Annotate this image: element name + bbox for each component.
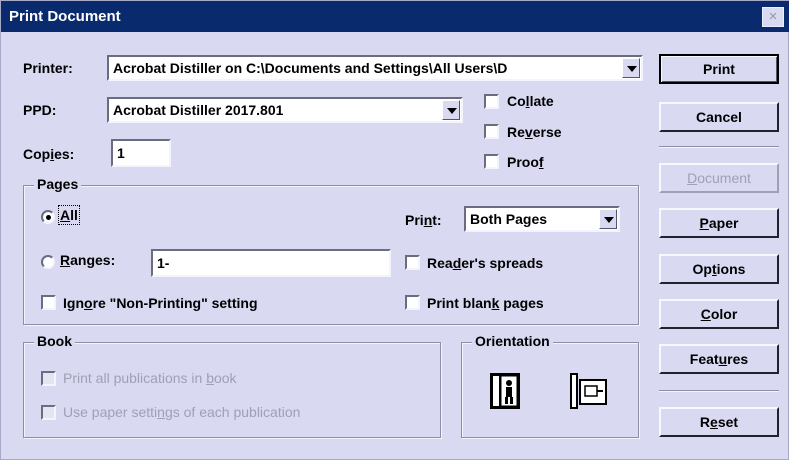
window-title: Print Document: [9, 8, 121, 25]
use-paper-settings-checkbox[interactable]: [41, 405, 56, 420]
book-legend: Book: [34, 333, 75, 349]
orientation-group: Orientation: [461, 333, 639, 438]
button-separator: [659, 390, 779, 392]
print-pages-label: Print:: [405, 212, 442, 228]
print-pages-select[interactable]: Both Pages: [464, 206, 620, 232]
print-blank-label[interactable]: Print blank pages: [427, 295, 544, 311]
all-radio[interactable]: [41, 210, 55, 224]
ppd-label: PPD:: [23, 102, 57, 118]
print-document-dialog: Print Document × Printer: Acrobat Distil…: [0, 0, 789, 460]
ranges-label[interactable]: Ranges:: [60, 252, 115, 268]
print-all-publications-checkbox[interactable]: [41, 371, 56, 386]
ranges-value: 1-: [157, 255, 170, 271]
chevron-down-icon[interactable]: [622, 58, 640, 78]
use-paper-settings-label: Use paper settings of each publication: [63, 404, 301, 420]
print-pages-value: Both Pages: [470, 211, 548, 227]
reverse-label[interactable]: Reverse: [507, 124, 562, 140]
orientation-legend: Orientation: [472, 333, 553, 349]
cancel-button[interactable]: Cancel: [659, 102, 779, 132]
printer-label: Printer:: [23, 60, 73, 76]
ranges-radio[interactable]: [41, 255, 55, 269]
paper-button[interactable]: Paper: [659, 208, 779, 238]
portrait-orientation-icon[interactable]: [489, 372, 521, 410]
ignore-nonprinting-checkbox[interactable]: [41, 295, 56, 310]
landscape-orientation-icon[interactable]: [569, 372, 609, 410]
chevron-down-icon[interactable]: [442, 100, 460, 120]
ignore-nonprinting-label[interactable]: Ignore "Non-Printing" setting: [63, 295, 258, 311]
printer-value: Acrobat Distiller on C:\Documents and Se…: [113, 60, 508, 76]
collate-checkbox[interactable]: [484, 94, 499, 109]
color-button[interactable]: Color: [659, 299, 779, 329]
print-button[interactable]: Print: [659, 54, 779, 84]
ranges-input[interactable]: 1-: [151, 249, 391, 277]
print-blank-checkbox[interactable]: [405, 295, 420, 310]
title-bar[interactable]: Print Document ×: [1, 1, 789, 32]
printer-select[interactable]: Acrobat Distiller on C:\Documents and Se…: [107, 55, 643, 81]
all-label[interactable]: All: [58, 205, 80, 225]
options-button[interactable]: Options: [659, 254, 779, 284]
proof-checkbox[interactable]: [484, 154, 499, 169]
readers-spreads-label[interactable]: Reader's spreads: [427, 255, 543, 271]
document-button[interactable]: Document: [659, 163, 779, 193]
close-icon[interactable]: ×: [762, 7, 784, 27]
ppd-value: Acrobat Distiller 2017.801: [113, 102, 284, 118]
chevron-down-icon[interactable]: [599, 209, 617, 229]
reverse-checkbox[interactable]: [484, 124, 499, 139]
print-all-publications-label: Print all publications in book: [63, 370, 237, 386]
printer-label-text: Printer:: [23, 60, 73, 76]
copies-value: 1: [117, 145, 125, 161]
readers-spreads-checkbox[interactable]: [405, 255, 420, 270]
copies-label: Copies:: [23, 146, 75, 162]
features-button[interactable]: Features: [659, 344, 779, 374]
book-group: Book: [23, 333, 441, 438]
collate-label[interactable]: Collate: [507, 93, 554, 109]
reset-button[interactable]: Reset: [659, 407, 779, 437]
copies-input[interactable]: 1: [111, 139, 171, 167]
button-separator: [659, 146, 779, 148]
ppd-select[interactable]: Acrobat Distiller 2017.801: [107, 97, 463, 123]
pages-legend: Pages: [34, 176, 82, 192]
proof-label[interactable]: Proof: [507, 154, 544, 170]
